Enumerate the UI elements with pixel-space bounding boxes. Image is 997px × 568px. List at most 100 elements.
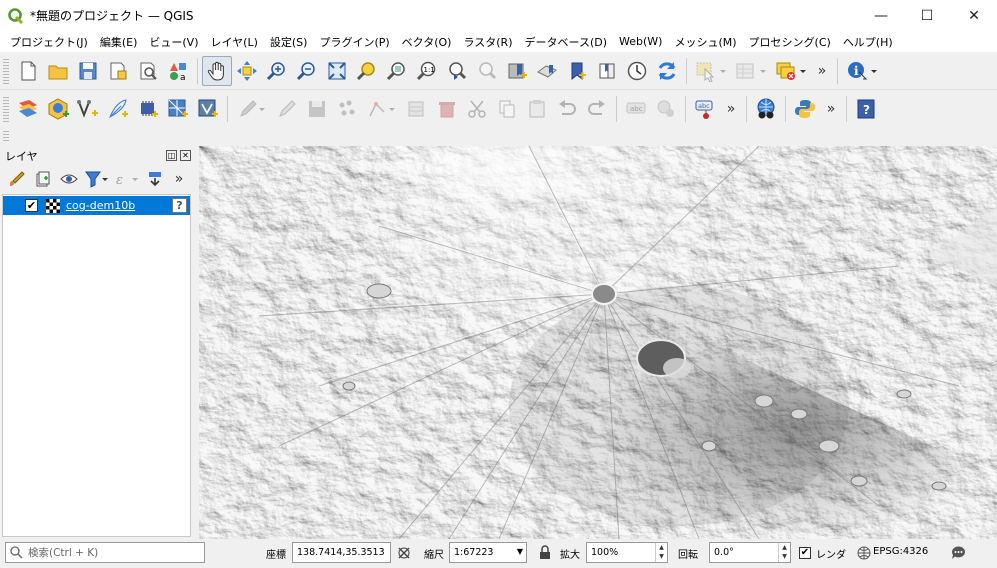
zoom-native-button[interactable]: 1:1 bbox=[412, 56, 442, 86]
layer-name[interactable]: cog-dem10b bbox=[66, 199, 135, 212]
style-manager-button[interactable]: a bbox=[163, 56, 193, 86]
minimize-button[interactable]: — bbox=[858, 0, 904, 31]
zoom-out-button[interactable] bbox=[292, 56, 322, 86]
rotation-spinbox[interactable]: 0.0° ▲ ▼ bbox=[709, 542, 791, 563]
pan-to-selection-button[interactable] bbox=[232, 56, 262, 86]
select-by-value-button[interactable] bbox=[731, 56, 771, 86]
show-bookmarks-button[interactable] bbox=[532, 56, 562, 86]
toolbar-overflow[interactable]: » bbox=[811, 63, 833, 79]
metasearch-button[interactable] bbox=[751, 94, 781, 124]
coordinate-field[interactable]: 138.7414,35.3513 bbox=[292, 542, 391, 563]
cut-features-button[interactable] bbox=[462, 94, 492, 124]
edit-mode-button[interactable] bbox=[232, 94, 272, 124]
layout-manager-button[interactable] bbox=[133, 56, 163, 86]
toolbar-grip[interactable] bbox=[3, 96, 9, 122]
menu-edit[interactable]: 編集(E) bbox=[94, 34, 144, 50]
render-checkbox[interactable]: ✔ bbox=[799, 547, 811, 559]
new-vector-layer-button[interactable] bbox=[73, 94, 103, 124]
zoom-to-layer-button[interactable] bbox=[382, 56, 412, 86]
save-edits-button[interactable] bbox=[302, 94, 332, 124]
style-layer-button[interactable] bbox=[4, 168, 30, 190]
zoom-next-button[interactable] bbox=[472, 56, 502, 86]
vertex-tool-button[interactable] bbox=[362, 94, 402, 124]
unknown-crs-indicator-icon[interactable]: ? bbox=[172, 198, 187, 213]
save-project-button[interactable] bbox=[73, 56, 103, 86]
panel-float-button[interactable]: ◫ bbox=[166, 150, 177, 161]
panel-close-button[interactable]: ✕ bbox=[180, 150, 191, 161]
menu-mesh[interactable]: メッシュ(M) bbox=[668, 34, 742, 50]
new-geopackage-layer-button[interactable] bbox=[43, 94, 73, 124]
map-canvas[interactable] bbox=[199, 146, 997, 539]
spin-arrows-icon[interactable]: ▲ ▼ bbox=[778, 543, 790, 562]
toolbar-overflow[interactable]: » bbox=[820, 101, 842, 117]
toggle-editing-button[interactable] bbox=[272, 94, 302, 124]
spin-arrows-icon[interactable]: ▲ ▼ bbox=[655, 543, 667, 562]
crs-button[interactable]: EPSG:4326 bbox=[873, 546, 928, 557]
show-bookmarks-panel-button[interactable] bbox=[592, 56, 622, 86]
menu-plugins[interactable]: プラグイン(P) bbox=[313, 34, 395, 50]
lock-icon[interactable] bbox=[539, 545, 551, 560]
toolbar-overflow[interactable]: » bbox=[720, 101, 742, 117]
deselect-features-button[interactable] bbox=[771, 56, 811, 86]
messages-icon[interactable] bbox=[950, 544, 967, 561]
menu-project[interactable]: プロジェクト(J) bbox=[4, 34, 94, 50]
new-project-button[interactable] bbox=[13, 56, 43, 86]
maximize-button[interactable]: ☐ bbox=[904, 0, 950, 31]
locator-search-input[interactable]: 検索(Ctrl + K) bbox=[5, 542, 205, 563]
pin-labels-button[interactable] bbox=[651, 94, 681, 124]
data-source-manager-button[interactable] bbox=[13, 94, 43, 124]
identify-features-button[interactable]: i bbox=[842, 56, 882, 86]
select-features-button[interactable] bbox=[691, 56, 731, 86]
magnifier-spinbox[interactable]: 100% ▲ ▼ bbox=[586, 542, 668, 563]
copy-features-button[interactable] bbox=[492, 94, 522, 124]
menu-web[interactable]: Web(W) bbox=[613, 35, 668, 48]
toggle-extents-icon[interactable] bbox=[396, 545, 412, 561]
new-virtual-layer-button[interactable] bbox=[133, 94, 163, 124]
add-group-button[interactable] bbox=[30, 168, 56, 190]
python-console-button[interactable] bbox=[790, 94, 820, 124]
toolbar-separator bbox=[616, 96, 617, 122]
temporal-controller-button[interactable] bbox=[622, 56, 652, 86]
expand-all-button[interactable] bbox=[142, 168, 168, 190]
help-contents-button[interactable]: ? bbox=[851, 94, 881, 124]
delete-selected-button[interactable] bbox=[432, 94, 462, 124]
panel-toolbar-overflow[interactable]: » bbox=[168, 171, 190, 187]
toolbar-grip[interactable] bbox=[3, 131, 9, 141]
menu-database[interactable]: データベース(D) bbox=[519, 34, 614, 50]
refresh-button[interactable] bbox=[652, 56, 682, 86]
new-bookmark-button[interactable] bbox=[562, 56, 592, 86]
filter-legend-button[interactable] bbox=[82, 168, 112, 190]
modify-attributes-button[interactable] bbox=[402, 94, 432, 124]
menu-layer[interactable]: レイヤ(L) bbox=[204, 34, 263, 50]
zoom-last-button[interactable] bbox=[442, 56, 472, 86]
new-annotation-layer-button[interactable] bbox=[193, 94, 223, 124]
new-spatial-bookmark-button[interactable] bbox=[502, 56, 532, 86]
menu-processing[interactable]: プロセシング(C) bbox=[743, 34, 837, 50]
close-button[interactable]: ✕ bbox=[951, 0, 997, 31]
zoom-in-button[interactable] bbox=[262, 56, 292, 86]
manage-visibility-button[interactable] bbox=[56, 168, 82, 190]
menu-view[interactable]: ビュー(V) bbox=[143, 34, 204, 50]
open-project-button[interactable] bbox=[43, 56, 73, 86]
redo-button[interactable] bbox=[582, 94, 612, 124]
label-tool-button[interactable]: abc bbox=[690, 94, 720, 124]
pan-map-button[interactable] bbox=[202, 55, 232, 86]
menu-raster[interactable]: ラスタ(R) bbox=[457, 34, 518, 50]
menu-help[interactable]: ヘルプ(H) bbox=[837, 34, 899, 50]
paste-features-button[interactable] bbox=[522, 94, 552, 124]
scale-combobox[interactable]: 1:67223 ▼ bbox=[449, 542, 527, 563]
undo-button[interactable] bbox=[552, 94, 582, 124]
layer-visibility-checkbox[interactable]: ✔ bbox=[25, 199, 38, 212]
layer-row-cog-dem10b[interactable]: ✔ cog-dem10b ? bbox=[3, 196, 190, 215]
zoom-full-button[interactable] bbox=[322, 56, 352, 86]
toolbar-grip[interactable] bbox=[3, 57, 9, 84]
label-toolbar-button[interactable]: abc bbox=[621, 94, 651, 124]
menu-settings[interactable]: 設定(S) bbox=[264, 34, 314, 50]
new-temporary-layer-button[interactable] bbox=[103, 94, 133, 124]
new-mesh-layer-button[interactable] bbox=[163, 94, 193, 124]
new-print-layout-button[interactable] bbox=[103, 56, 133, 86]
menu-vector[interactable]: ベクタ(O) bbox=[396, 34, 458, 50]
zoom-to-selection-button[interactable] bbox=[352, 56, 382, 86]
filter-expression-button[interactable]: ε bbox=[112, 168, 142, 190]
digitize-point-button[interactable] bbox=[332, 94, 362, 124]
